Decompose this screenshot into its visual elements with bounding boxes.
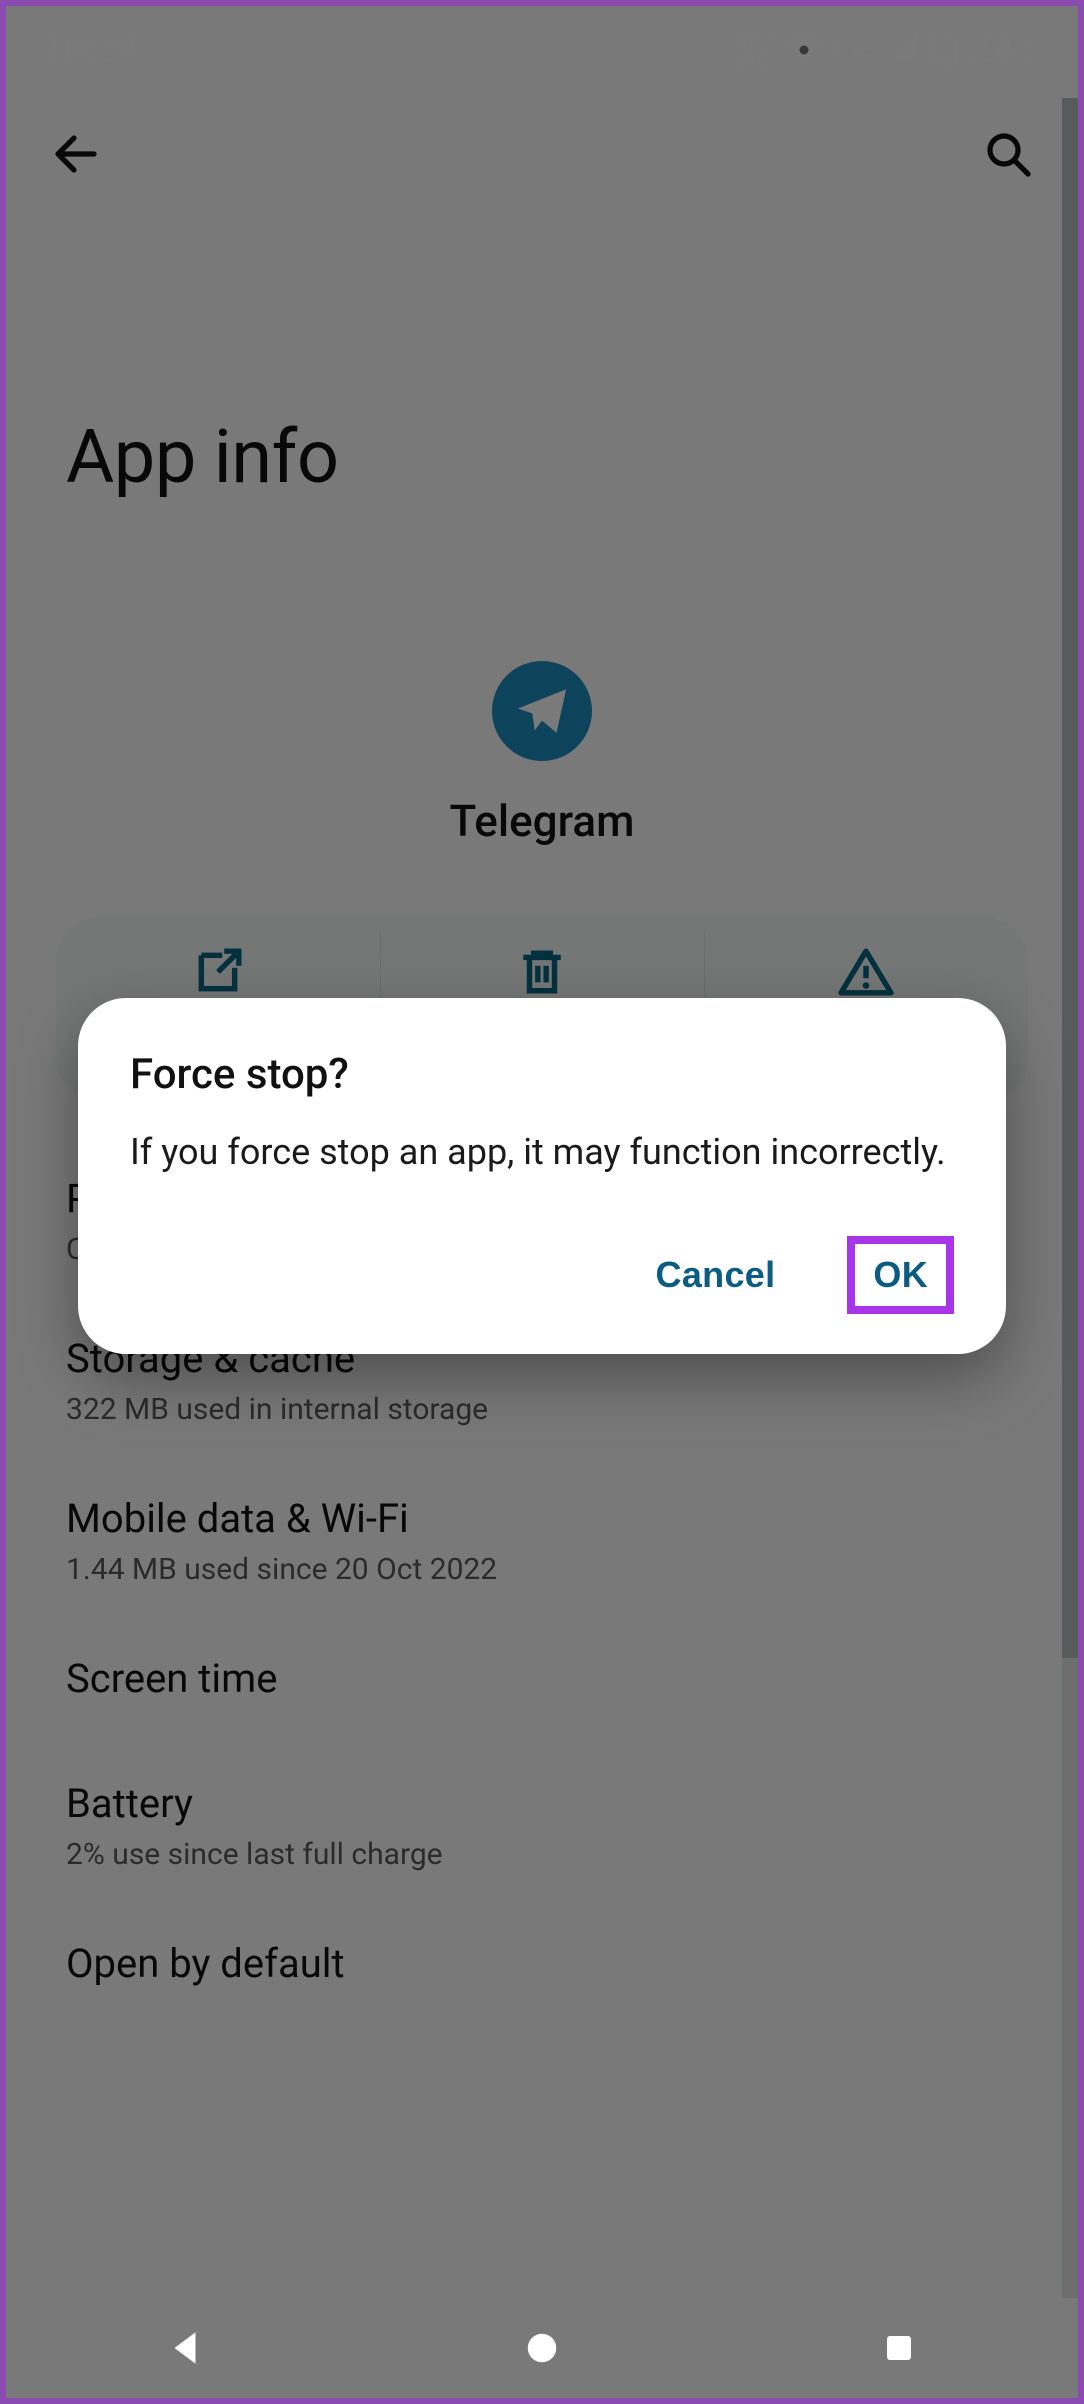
- cancel-button[interactable]: Cancel: [634, 1236, 798, 1314]
- ok-button[interactable]: OK: [873, 1254, 928, 1296]
- dialog-actions: Cancel OK: [130, 1236, 954, 1314]
- nav-back-icon: [164, 2327, 206, 2369]
- dialog-title: Force stop?: [130, 1050, 954, 1099]
- ok-highlight-box: OK: [847, 1236, 954, 1314]
- nav-recent-icon: [881, 2330, 917, 2366]
- system-nav-bar: [6, 2298, 1078, 2398]
- nav-home-button[interactable]: [442, 2329, 642, 2367]
- dialog-message: If you force stop an app, it may functio…: [130, 1127, 954, 1178]
- nav-recent-button[interactable]: [799, 2330, 999, 2366]
- nav-home-icon: [523, 2329, 561, 2367]
- device-frame: 10:24 Vo )) LTE LTE 24%: [6, 6, 1078, 2398]
- force-stop-dialog: Force stop? If you force stop an app, it…: [78, 998, 1006, 1354]
- nav-back-button[interactable]: [85, 2327, 285, 2369]
